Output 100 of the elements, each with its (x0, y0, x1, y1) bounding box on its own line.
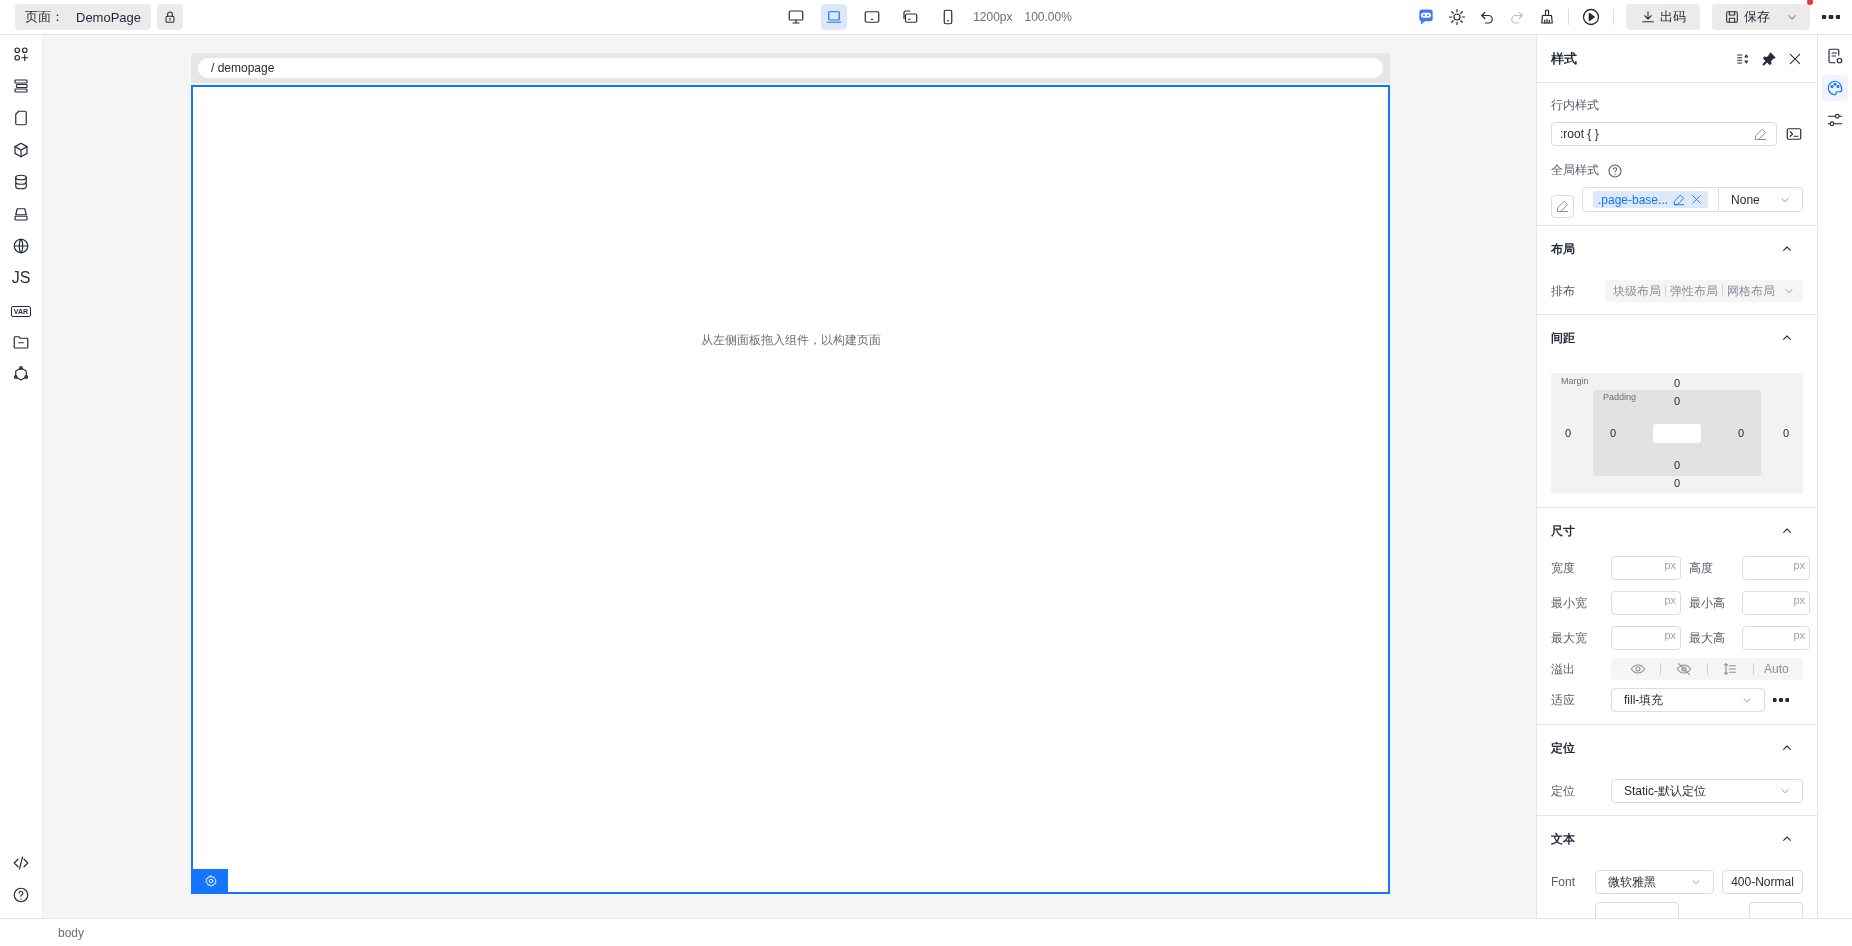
font-weight-field[interactable]: 400-Normal (1722, 870, 1803, 894)
clean-icon (1538, 8, 1556, 26)
help-icon (12, 886, 30, 904)
field-label: 最大宽 (1551, 629, 1588, 647)
download-icon (1640, 9, 1656, 25)
padding-value[interactable]: 0 (1737, 427, 1744, 439)
theme-button[interactable] (1448, 8, 1466, 26)
palette-icon (1826, 79, 1844, 97)
more-button[interactable] (1773, 698, 1789, 702)
content-box (1653, 423, 1701, 443)
layers-icon (12, 77, 30, 95)
scroll-icon (1722, 661, 1739, 677)
font-select[interactable]: 微软雅黑 (1595, 870, 1714, 894)
field-label: 最大高 (1689, 629, 1726, 647)
margin-label: Margin (1561, 376, 1589, 386)
padding-value[interactable]: 0 (1673, 395, 1681, 407)
pencil-icon (1672, 192, 1687, 207)
pencil-icon (1753, 126, 1768, 142)
clean-button[interactable] (1538, 8, 1556, 26)
globe-icon (12, 237, 30, 255)
field-label: 排布 (1551, 282, 1576, 300)
laptop-button[interactable] (821, 4, 848, 30)
field-label: Font (1551, 875, 1576, 889)
panel-title: 样式 (1551, 49, 1577, 68)
hidden-icon (1675, 661, 1692, 677)
unit-label: px (1793, 629, 1805, 643)
unit-label: px (1664, 629, 1676, 643)
edit-button[interactable] (1551, 194, 1574, 218)
page-icon (12, 109, 30, 127)
section-title: 间距 (1551, 329, 1575, 347)
tablet-icon (863, 8, 882, 26)
margin-value[interactable]: 0 (1565, 427, 1572, 439)
terminal-button[interactable] (1785, 125, 1803, 143)
export-button[interactable]: 出码 (1626, 4, 1700, 30)
margin-value[interactable]: 0 (1673, 477, 1681, 489)
edit-icon (1555, 198, 1570, 214)
unit-label: px (1664, 559, 1676, 573)
canvas-width: 1200px (973, 10, 1013, 24)
section-title: 尺寸 (1551, 522, 1575, 540)
folder-icon (12, 333, 30, 351)
monitor-icon (787, 8, 806, 26)
terminal-icon (1785, 125, 1803, 143)
field-label: 宽度 (1551, 559, 1576, 577)
section-title: 布局 (1551, 240, 1575, 258)
margin-value[interactable]: 0 (1782, 427, 1789, 439)
field-label: 适应 (1551, 691, 1576, 709)
hub-icon (12, 365, 30, 383)
cube-icon (12, 141, 30, 159)
field-label: 定位 (1551, 782, 1576, 800)
field-label: 最小宽 (1551, 594, 1588, 612)
unit-label: px (1793, 559, 1805, 573)
inline-style-field[interactable]: :root { } (1551, 122, 1777, 146)
state-select[interactable]: None (1718, 188, 1802, 211)
document-settings-icon (1826, 47, 1844, 65)
field-label: 溢出 (1551, 660, 1576, 678)
database-icon (12, 173, 30, 191)
shapes-icon (12, 45, 30, 63)
unit-label: px (1793, 594, 1805, 608)
empty-hint: 从左侧面板拖入组件，以构建页面 (700, 332, 881, 349)
padding-label: Padding (1603, 392, 1637, 402)
page-selector[interactable]: 页面： DemoPage (15, 4, 152, 30)
more-button[interactable] (1822, 15, 1840, 19)
field-label: 高度 (1689, 559, 1714, 577)
code-icon (12, 854, 30, 872)
laptop-icon (825, 8, 844, 26)
element-path[interactable]: body (58, 925, 85, 940)
field-label: 最小高 (1689, 594, 1726, 612)
breadcrumb[interactable]: / demopage (198, 58, 1383, 78)
position-select[interactable]: Static-默认定位 (1611, 779, 1803, 803)
page-name: DemoPage (76, 9, 142, 25)
page-label: 页面： (25, 8, 64, 26)
padding-value[interactable]: 0 (1610, 427, 1617, 439)
lock-button[interactable] (157, 4, 184, 30)
margin-value[interactable]: 0 (1673, 377, 1681, 389)
chat-bot-icon (1416, 7, 1436, 27)
section-title: 定位 (1551, 739, 1575, 757)
dots-icon (1822, 15, 1840, 19)
dots-icon (1773, 698, 1789, 702)
section-title: 文本 (1551, 830, 1575, 848)
unit-label: px (1664, 594, 1676, 608)
class-name: .page-base... (1598, 192, 1669, 207)
help-icon (1607, 162, 1623, 179)
preview-button[interactable] (1581, 7, 1601, 27)
padding-value[interactable]: 0 (1673, 459, 1681, 471)
fit-select[interactable]: fill-填充 (1611, 688, 1765, 712)
printer-icon (12, 205, 30, 223)
sliders-icon (1826, 111, 1844, 129)
palette-tab[interactable] (1822, 75, 1848, 101)
settings-button[interactable] (193, 869, 228, 892)
rotate-tablet-icon (901, 8, 920, 26)
remove-icon (1690, 193, 1704, 206)
pin-icon (1761, 50, 1777, 67)
field-label: 行内样式 (1551, 97, 1600, 114)
theme-icon (1448, 8, 1466, 26)
field-label: 全局样式 (1551, 162, 1599, 179)
js-button[interactable]: JS (8, 267, 34, 289)
zoom-level: 100.00% (1024, 10, 1072, 24)
preview-icon (1581, 7, 1601, 27)
pin-button[interactable] (1761, 50, 1777, 67)
visible-icon (1629, 661, 1646, 677)
